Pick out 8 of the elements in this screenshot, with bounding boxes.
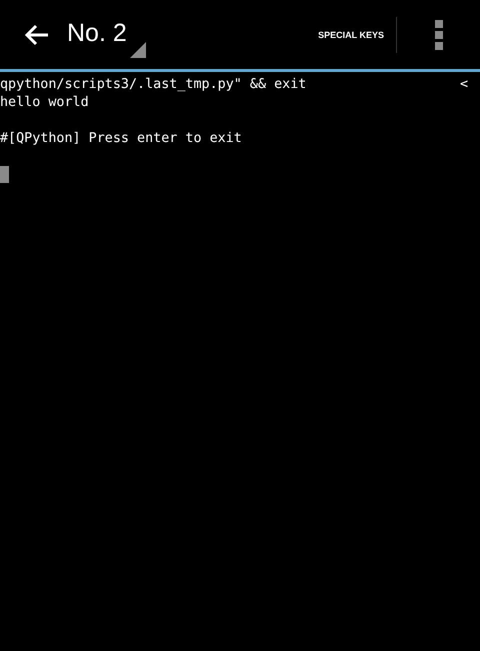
title-spinner[interactable]: No. 2: [67, 12, 146, 58]
special-keys-button[interactable]: SPECIAL KEYS: [306, 22, 396, 48]
back-arrow-icon[interactable]: [24, 24, 50, 46]
overflow-menu-icon[interactable]: [435, 20, 443, 50]
terminal-line: hello world: [0, 94, 89, 112]
scroll-marker: <: [460, 76, 468, 94]
terminal-line: qpython/scripts3/.last_tmp.py" && exit: [0, 76, 306, 94]
terminal-line: #[QPython] Press enter to exit: [0, 130, 242, 148]
